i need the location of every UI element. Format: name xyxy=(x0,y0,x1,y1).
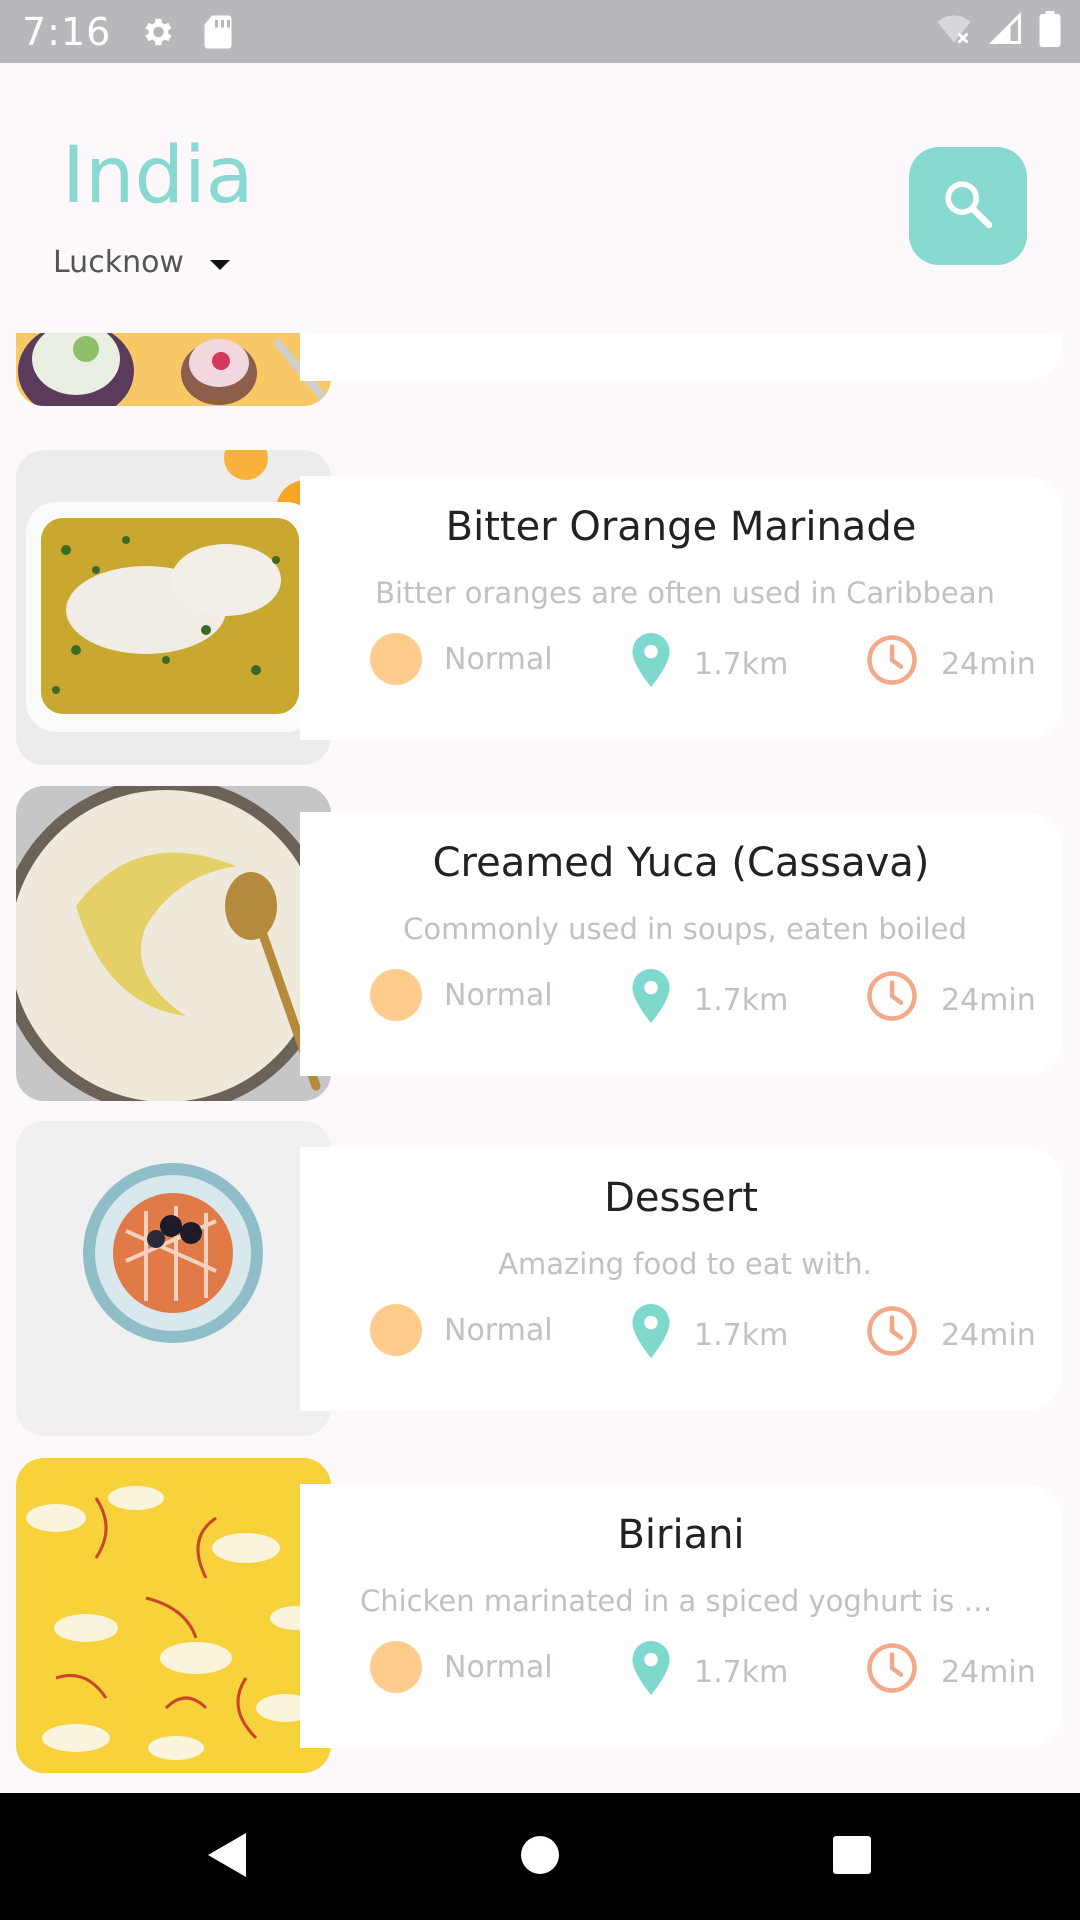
bitter-orange-marinade-image xyxy=(16,450,331,765)
distance-label: 1.7km xyxy=(694,1654,789,1690)
city-label: Lucknow xyxy=(53,245,184,280)
meta-row: Normal 1.7km 24min xyxy=(300,969,1062,1029)
search-button[interactable] xyxy=(909,147,1027,265)
info-panel: Creamed Yuca (Cassava) Commonly used in … xyxy=(300,812,1062,1076)
info-panel: Bitter Orange Marinade Bitter oranges ar… xyxy=(300,476,1062,740)
home-button[interactable] xyxy=(512,1829,568,1885)
status-bar: 7:16 xyxy=(0,0,1080,63)
food-card[interactable]: Bitter Orange Marinade Bitter oranges ar… xyxy=(0,450,1080,765)
cook-time: 24min xyxy=(865,969,1036,1031)
time-label: 24min xyxy=(941,982,1036,1018)
distance-label: 1.7km xyxy=(694,1317,789,1353)
food-description: Chicken marinated in a spiced yoghurt is… xyxy=(360,1584,1010,1618)
location-pin-icon xyxy=(630,633,672,695)
location-pin-icon xyxy=(630,1304,672,1366)
distance: 1.7km xyxy=(630,1304,788,1366)
clock-icon xyxy=(865,1304,919,1366)
status-time: 7:16 xyxy=(22,9,112,54)
recents-square-icon xyxy=(831,1834,873,1881)
meta-row: Normal 1.7km 24min xyxy=(300,1641,1062,1701)
clock-icon xyxy=(865,969,919,1031)
city-dropdown[interactable]: Lucknow xyxy=(53,245,232,280)
food-name: Biriani xyxy=(617,1512,745,1558)
difficulty-level: Normal xyxy=(370,633,553,685)
level-dot-icon xyxy=(370,1304,422,1356)
level-label: Normal xyxy=(444,1312,553,1348)
header: India Lucknow xyxy=(0,63,1080,333)
level-label: Normal xyxy=(444,1649,553,1685)
difficulty-level: Normal xyxy=(370,1641,553,1693)
recents-button[interactable] xyxy=(824,1829,880,1885)
dessert-waffle-image xyxy=(16,1121,331,1436)
time-label: 24min xyxy=(941,646,1036,682)
food-name: Bitter Orange Marinade xyxy=(445,504,917,550)
meta-row: Normal 1.7km 24min xyxy=(300,1304,1062,1364)
food-name: Dessert xyxy=(604,1175,758,1221)
cook-time: 24min xyxy=(865,1304,1036,1366)
cook-time: 24min xyxy=(865,1641,1036,1703)
food-description: Commonly used in soups, eaten boiled xyxy=(403,912,967,946)
location-pin-icon xyxy=(630,333,672,336)
back-button[interactable] xyxy=(198,1829,254,1885)
meta-row xyxy=(300,333,1062,334)
country-title: India xyxy=(62,131,254,221)
clock-icon xyxy=(865,1641,919,1703)
food-card[interactable]: Dessert Amazing food to eat with. Normal… xyxy=(0,1121,1080,1436)
distance: 1.7km xyxy=(630,1641,788,1703)
gear-icon xyxy=(139,14,175,50)
level-dot-icon xyxy=(370,969,422,1021)
battery-icon xyxy=(1038,11,1062,52)
level-label: Normal xyxy=(444,977,553,1013)
food-name: Creamed Yuca (Cassava) xyxy=(432,840,930,886)
caret-down-icon xyxy=(208,245,232,280)
food-card-partial[interactable] xyxy=(0,333,1080,406)
location-pin-icon xyxy=(630,969,672,1031)
cupcakes-image xyxy=(16,333,331,406)
location-pin-icon xyxy=(630,1641,672,1703)
info-panel: Dessert Amazing food to eat with. Normal… xyxy=(300,1147,1062,1411)
meta-row: Normal 1.7km 24min xyxy=(300,633,1062,693)
sd-card-icon xyxy=(203,14,233,50)
creamed-yuca-image xyxy=(16,786,331,1101)
wifi-off-icon xyxy=(934,11,974,52)
difficulty-level: Normal xyxy=(370,1304,553,1356)
distance: 1.7km xyxy=(630,969,788,1031)
home-circle-icon xyxy=(518,1833,562,1882)
level-label: Normal xyxy=(444,641,553,677)
distance-label: 1.7km xyxy=(694,646,789,682)
distance-label: 1.7km xyxy=(694,982,789,1018)
clock-icon xyxy=(865,333,919,336)
navigation-bar xyxy=(0,1793,1080,1920)
food-list[interactable]: Bitter Orange Marinade Bitter oranges ar… xyxy=(0,333,1080,1793)
distance: 1.7km xyxy=(630,633,788,695)
time-label: 24min xyxy=(941,1317,1036,1353)
food-card[interactable]: Creamed Yuca (Cassava) Commonly used in … xyxy=(0,786,1080,1101)
search-icon xyxy=(940,176,996,237)
info-panel: Biriani Chicken marinated in a spiced yo… xyxy=(300,1484,1062,1748)
signal-icon xyxy=(988,11,1024,52)
level-dot-icon xyxy=(370,1641,422,1693)
time-label: 24min xyxy=(941,1654,1036,1690)
clock-icon xyxy=(865,633,919,695)
difficulty-level: Normal xyxy=(370,969,553,1021)
back-triangle-icon xyxy=(204,1831,248,1884)
food-description: Bitter oranges are often used in Caribbe… xyxy=(375,576,995,610)
food-description: Amazing food to eat with. xyxy=(498,1247,872,1281)
food-card[interactable]: Biriani Chicken marinated in a spiced yo… xyxy=(0,1458,1080,1773)
level-dot-icon xyxy=(370,633,422,685)
info-panel xyxy=(300,333,1062,381)
cook-time: 24min xyxy=(865,633,1036,695)
biriani-image xyxy=(16,1458,331,1773)
